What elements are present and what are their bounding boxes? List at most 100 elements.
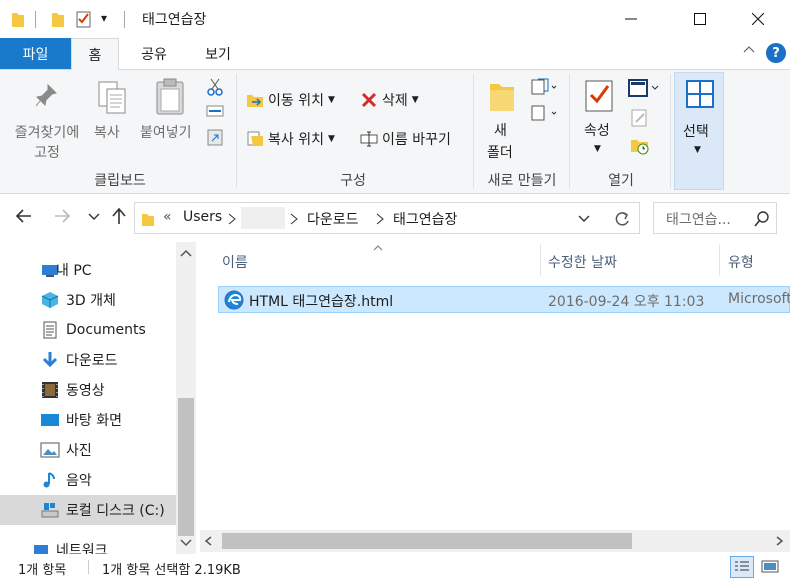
sort-ascending-icon <box>373 245 383 251</box>
documents-icon <box>43 321 57 339</box>
table-row[interactable]: HTML 태그연습장.html 2016-09-24 오후 11:03 Micr… <box>218 286 790 313</box>
nav-label: 3D 개체 <box>66 293 116 309</box>
separator <box>35 11 36 28</box>
nav-label: 로컬 디스크 (C:) <box>66 503 165 519</box>
properties-qat-icon[interactable] <box>51 10 65 28</box>
check-qat-icon[interactable] <box>76 10 92 28</box>
breadcrumb-users[interactable]: Users <box>183 209 222 225</box>
nav-item-local-disk[interactable]: 로컬 디스크 (C:) <box>0 495 176 525</box>
refresh-button[interactable] <box>604 202 640 234</box>
nav-item-network[interactable]: 네트워크 <box>0 535 176 554</box>
properties-button[interactable]: 속성 <box>584 120 610 140</box>
select-label: 선택 <box>683 124 709 140</box>
edge-html-file-icon <box>224 290 244 310</box>
nav-scrollbar-thumb[interactable] <box>178 398 194 536</box>
chevron-down-icon[interactable]: ▼ <box>594 144 601 154</box>
delete-button[interactable]: 삭제 ▼ <box>360 90 419 110</box>
tab-home[interactable]: 홈 <box>71 38 119 70</box>
pin-to-quick-access-label[interactable]: 즐겨찾기에 <box>10 122 84 142</box>
forward-arrow-icon[interactable] <box>52 206 72 226</box>
select-button[interactable]: 선택 ▼ <box>674 72 724 190</box>
breadcrumb-current-folder[interactable]: 태그연습장 <box>393 209 457 229</box>
tab-file[interactable]: 파일 <box>0 38 71 69</box>
separator <box>88 560 89 574</box>
breadcrumb-chevron-icon[interactable] <box>375 213 385 225</box>
nav-item-this-pc[interactable]: 내 PC <box>0 255 176 285</box>
history-icon[interactable] <box>630 136 650 156</box>
details-view-button[interactable] <box>730 556 754 578</box>
move-to-button[interactable]: 이동 위치 ▼ <box>246 90 335 110</box>
horizontal-scrollbar-thumb[interactable] <box>222 533 632 549</box>
search-input[interactable]: 태그연습... <box>653 202 777 234</box>
chevron-down-icon: ▼ <box>327 134 335 144</box>
column-header-type[interactable]: 유형 <box>728 252 754 272</box>
nav-item-downloads[interactable]: 다운로드 <box>0 345 176 375</box>
tab-view[interactable]: 보기 <box>189 38 247 69</box>
scroll-left-icon[interactable] <box>203 535 215 547</box>
nav-label: 사진 <box>66 443 92 459</box>
recent-locations-chevron-icon[interactable] <box>86 206 102 226</box>
nav-label: 동영상 <box>66 383 105 399</box>
clipboard-group-label: 클립보드 <box>94 173 146 189</box>
search-icon[interactable] <box>754 211 770 227</box>
group-separator <box>670 74 671 188</box>
up-arrow-icon[interactable] <box>110 206 128 226</box>
ribbon-collapse-icon[interactable] <box>742 42 756 56</box>
column-header-modified[interactable]: 수정한 날짜 <box>548 252 617 272</box>
copy-button[interactable]: 복사 <box>94 122 120 142</box>
breadcrumb-chevron-icon[interactable] <box>227 213 237 225</box>
nav-item-music[interactable]: 음악 <box>0 465 176 495</box>
pictures-icon <box>40 442 60 458</box>
column-separator[interactable] <box>719 244 720 276</box>
separator <box>124 11 125 28</box>
paste-shortcut-icon[interactable] <box>206 128 224 146</box>
edit-icon[interactable] <box>630 108 650 128</box>
close-button[interactable] <box>735 0 781 38</box>
column-separator[interactable] <box>540 244 541 276</box>
file-name: HTML 태그연습장.html <box>249 294 394 310</box>
chevron-down-icon: ▼ <box>327 95 335 105</box>
copy-path-icon[interactable] <box>206 104 224 118</box>
hidden-locations-icon[interactable]: « <box>163 209 172 225</box>
file-modified: 2016-09-24 오후 11:03 <box>548 294 705 310</box>
scroll-right-icon[interactable] <box>773 535 785 547</box>
new-folder-label-2[interactable]: 폴더 <box>487 142 513 162</box>
group-separator <box>473 74 474 188</box>
breadcrumb-chevron-icon[interactable] <box>289 213 299 225</box>
large-icons-view-button[interactable] <box>758 556 782 578</box>
help-icon[interactable]: ? <box>766 43 786 63</box>
cut-icon[interactable] <box>206 78 224 96</box>
address-history-chevron-icon[interactable] <box>577 213 591 225</box>
pin-to-quick-access-label-2[interactable]: 고정 <box>10 142 84 162</box>
maximize-button[interactable] <box>677 0 723 38</box>
move-to-icon <box>247 95 263 107</box>
tab-share[interactable]: 공유 <box>125 38 183 69</box>
open-icon[interactable] <box>628 78 660 98</box>
new-item-icon[interactable] <box>530 78 558 96</box>
scroll-down-icon[interactable] <box>179 538 193 548</box>
nav-item-3d-objects[interactable]: 3D 개체 <box>0 285 176 315</box>
new-folder-label[interactable]: 새 <box>494 120 507 140</box>
nav-item-documents[interactable]: Documents <box>0 315 176 345</box>
chevron-down-icon: ▼ <box>694 145 701 155</box>
scroll-up-icon[interactable] <box>179 248 193 258</box>
easy-access-icon[interactable] <box>530 104 558 122</box>
minimize-button[interactable] <box>608 0 654 38</box>
address-bar[interactable]: « Users 다운로드 태그연습장 <box>134 202 640 234</box>
nav-item-videos[interactable]: 동영상 <box>0 375 176 405</box>
breadcrumb-downloads[interactable]: 다운로드 <box>307 209 359 229</box>
search-placeholder: 태그연습... <box>666 212 731 228</box>
delete-x-icon <box>361 92 377 108</box>
column-header-name[interactable]: 이름 <box>222 252 248 272</box>
rename-button[interactable]: 이름 바꾸기 <box>360 129 451 149</box>
group-separator <box>569 74 570 188</box>
details-view-icon <box>735 561 749 571</box>
nav-item-desktop[interactable]: 바탕 화면 <box>0 405 176 435</box>
copy-to-button[interactable]: 복사 위치 ▼ <box>246 129 335 149</box>
qat-customize-dropdown[interactable]: ▾ <box>101 11 107 25</box>
large-icons-view-icon <box>761 560 779 573</box>
paste-button[interactable]: 붙여넣기 <box>140 122 192 142</box>
nav-item-pictures[interactable]: 사진 <box>0 435 176 465</box>
back-arrow-icon[interactable] <box>14 206 34 226</box>
redacted-username <box>241 207 285 229</box>
